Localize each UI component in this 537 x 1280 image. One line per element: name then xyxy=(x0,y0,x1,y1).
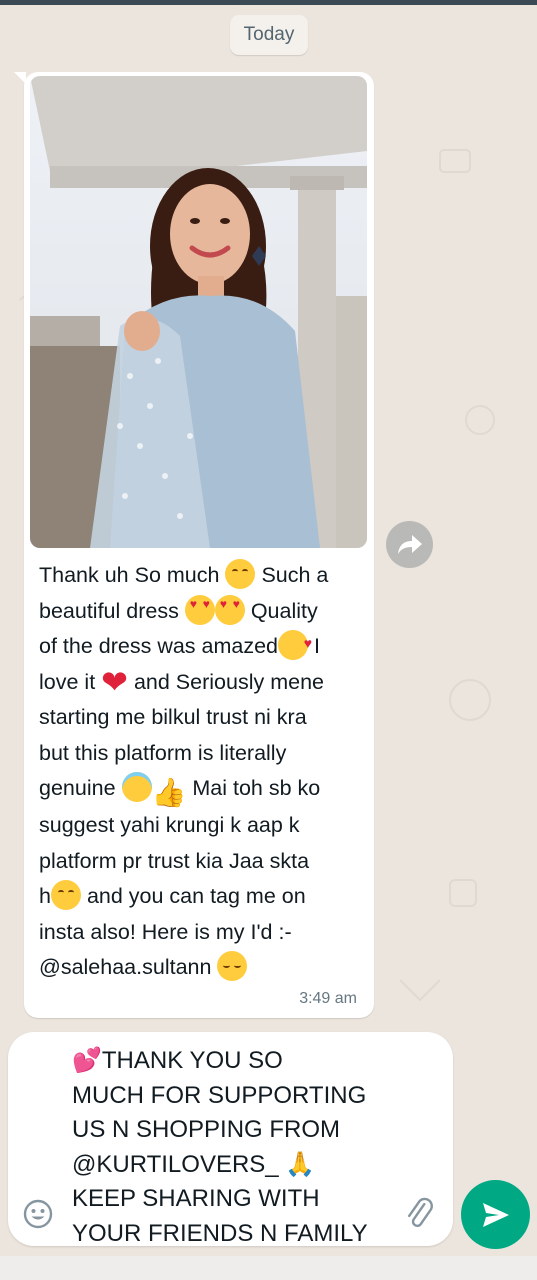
text-line: insta also! Here is my I'd :- xyxy=(39,919,292,944)
text-line: Quality xyxy=(250,598,318,623)
text-line: love it xyxy=(39,669,96,694)
paperclip-icon[interactable] xyxy=(404,1197,436,1231)
emoji-smiley-icon[interactable] xyxy=(22,1198,54,1230)
text-line: starting me bilkul trust ni kra xyxy=(39,705,307,729)
bottom-strip xyxy=(0,1256,537,1280)
thumbs-up-emoji-icon: 👍 xyxy=(151,777,187,808)
text-line: Mai toh sb ko xyxy=(192,776,321,800)
bubble-tail xyxy=(14,72,26,84)
text-line: of the dress was amazed xyxy=(39,634,279,658)
text-line: genuine xyxy=(39,776,116,800)
text-line: Thank uh So much xyxy=(39,563,220,587)
smiling-face-with-hearts-emoji-icon xyxy=(278,626,312,662)
smiling-face-emoji-icon xyxy=(225,559,256,589)
incoming-message-bubble[interactable]: Thank uh So much Such a beautiful dress … xyxy=(14,72,374,1018)
send-icon xyxy=(482,1202,509,1227)
text-line: Such a xyxy=(261,563,329,587)
heart-eyes-emoji-icon xyxy=(184,594,215,625)
text-line: @salehaa.sultann xyxy=(39,955,212,979)
text-line: suggest yahi krungi k aap k xyxy=(39,813,300,837)
message-text: Thank uh So much Such a beautiful dress … xyxy=(39,558,369,986)
relieved-face-emoji-icon xyxy=(217,951,248,981)
send-button[interactable] xyxy=(461,1180,530,1249)
halo-face-emoji-icon xyxy=(121,772,152,802)
text-line: but this platform is literally xyxy=(39,740,287,765)
smiling-face-emoji-icon xyxy=(50,880,81,910)
photo-woman-in-blue-dress xyxy=(30,76,367,548)
text-line: h xyxy=(39,884,51,908)
text-line: platform pr trust kia Jaa skta xyxy=(39,848,310,873)
message-input[interactable]: 💕THANK YOU SO MUCH FOR SUPPORTING US N S… xyxy=(72,1044,392,1251)
forward-button[interactable] xyxy=(386,521,433,568)
text-line: beautiful dress xyxy=(39,598,179,623)
heart-eyes-emoji-icon xyxy=(214,594,245,625)
text-line: and you can tag me on xyxy=(86,884,306,908)
text-line: and Seriously mene xyxy=(133,669,324,694)
forward-arrow-icon xyxy=(397,534,422,554)
message-timestamp: 3:49 am xyxy=(299,990,357,1007)
message-photo[interactable] xyxy=(30,76,367,548)
date-divider: Today xyxy=(230,15,308,55)
red-heart-emoji-icon: ❤ xyxy=(101,663,128,700)
message-composer[interactable]: 💕THANK YOU SO MUCH FOR SUPPORTING US N S… xyxy=(8,1032,453,1247)
text-line: I xyxy=(314,634,320,658)
